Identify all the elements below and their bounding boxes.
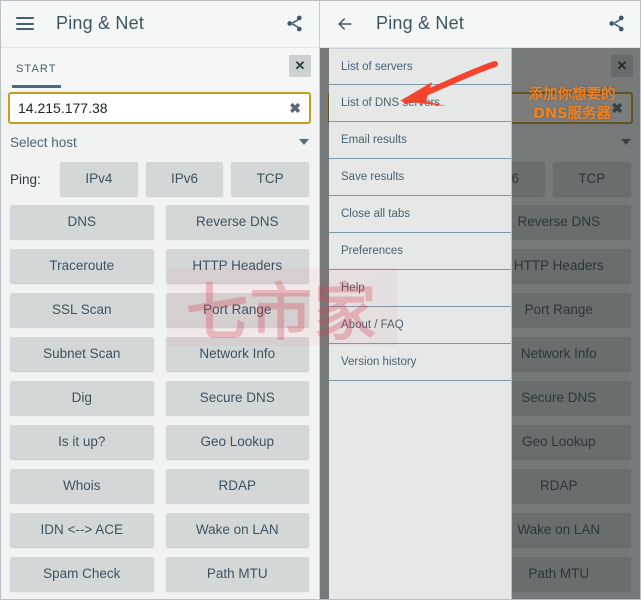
ping-row: Ping: IPv4 IPv6 TCP (10, 162, 310, 196)
ping-ipv6-button[interactable]: IPv6 (145, 162, 224, 196)
tool-button-idn-ace[interactable]: IDN <--> ACE (10, 513, 154, 547)
host-input[interactable] (18, 100, 290, 116)
tool-button-whois[interactable]: Whois (10, 469, 154, 503)
tool-button-subnet-scan[interactable]: Subnet Scan (10, 337, 154, 371)
clear-input-icon[interactable]: ✖ (289, 101, 301, 115)
close-tab-button[interactable]: ✕ (289, 55, 311, 77)
ping-label: Ping: (10, 171, 41, 187)
menu-item-about-faq[interactable]: About / FAQ (329, 307, 511, 344)
menu-item-list-of-dns-servers[interactable]: List of DNS servers (329, 85, 511, 122)
dual-screenshot-comparison: Ping & Net START ✕ ✖ Select host (0, 0, 641, 600)
hamburger-icon[interactable] (12, 11, 38, 37)
menu-item-preferences[interactable]: Preferences (329, 233, 511, 270)
select-host-label: Select host (10, 134, 77, 150)
ping-tcp-button[interactable]: TCP (231, 162, 310, 196)
tool-button-dig[interactable]: Dig (10, 381, 154, 415)
page-title: Ping & Net (56, 13, 145, 33)
share-icon[interactable] (603, 11, 629, 37)
tool-button-http-headers[interactable]: HTTP Headers (165, 249, 309, 283)
menu-item-save-results[interactable]: Save results (329, 159, 511, 196)
menu-item-help[interactable]: Help (329, 270, 511, 307)
menu-item-version-history[interactable]: Version history (329, 344, 511, 381)
host-input-row[interactable]: ✖ (8, 92, 311, 124)
tool-button-spam-check[interactable]: Spam Check (10, 557, 154, 591)
tool-button-network-info[interactable]: Network Info (165, 337, 309, 371)
tool-button-wake-on-lan[interactable]: Wake on LAN (165, 513, 309, 547)
tool-button-traceroute[interactable]: Traceroute (10, 249, 154, 283)
page-title: Ping & Net (376, 13, 465, 33)
right-app-bar: Ping & Net (320, 0, 641, 48)
left-screenshot-panel: Ping & Net START ✕ ✖ Select host (0, 0, 320, 600)
tool-button-dns[interactable]: DNS (10, 205, 154, 239)
nav-drawer: List of servers List of DNS servers Emai… (329, 48, 512, 600)
back-arrow-icon[interactable] (332, 11, 358, 37)
select-host-row[interactable]: Select host (10, 130, 309, 154)
tool-button-rdap[interactable]: RDAP (165, 469, 309, 503)
tool-button-secure-dns[interactable]: Secure DNS (165, 381, 309, 415)
tool-button-is-it-up[interactable]: Is it up? (10, 425, 154, 459)
menu-item-list-of-servers[interactable]: List of servers (329, 48, 511, 85)
left-tab-strip: START ✕ (0, 48, 319, 90)
tool-button-port-range[interactable]: Port Range (165, 293, 309, 327)
ping-ipv4-button[interactable]: IPv4 (60, 162, 138, 196)
annotation-text: 添加你想要的 DNS服务器 (513, 86, 631, 124)
tool-grid: DNS Reverse DNS Traceroute HTTP Headers … (10, 205, 309, 591)
chevron-down-icon[interactable] (299, 139, 309, 145)
left-app-bar: Ping & Net (0, 0, 319, 48)
tab-start[interactable]: START (10, 48, 63, 90)
tool-button-path-mtu[interactable]: Path MTU (165, 557, 309, 591)
annotation-line-2: DNS服务器 (532, 106, 612, 122)
menu-item-email-results[interactable]: Email results (329, 122, 511, 159)
tool-button-ssl-scan[interactable]: SSL Scan (10, 293, 154, 327)
tool-button-geo-lookup[interactable]: Geo Lookup (165, 425, 309, 459)
tool-button-reverse-dns[interactable]: Reverse DNS (165, 205, 309, 239)
annotation-line-1: 添加你想要的 (528, 87, 616, 103)
share-icon[interactable] (281, 11, 307, 37)
menu-item-close-all-tabs[interactable]: Close all tabs (329, 196, 511, 233)
